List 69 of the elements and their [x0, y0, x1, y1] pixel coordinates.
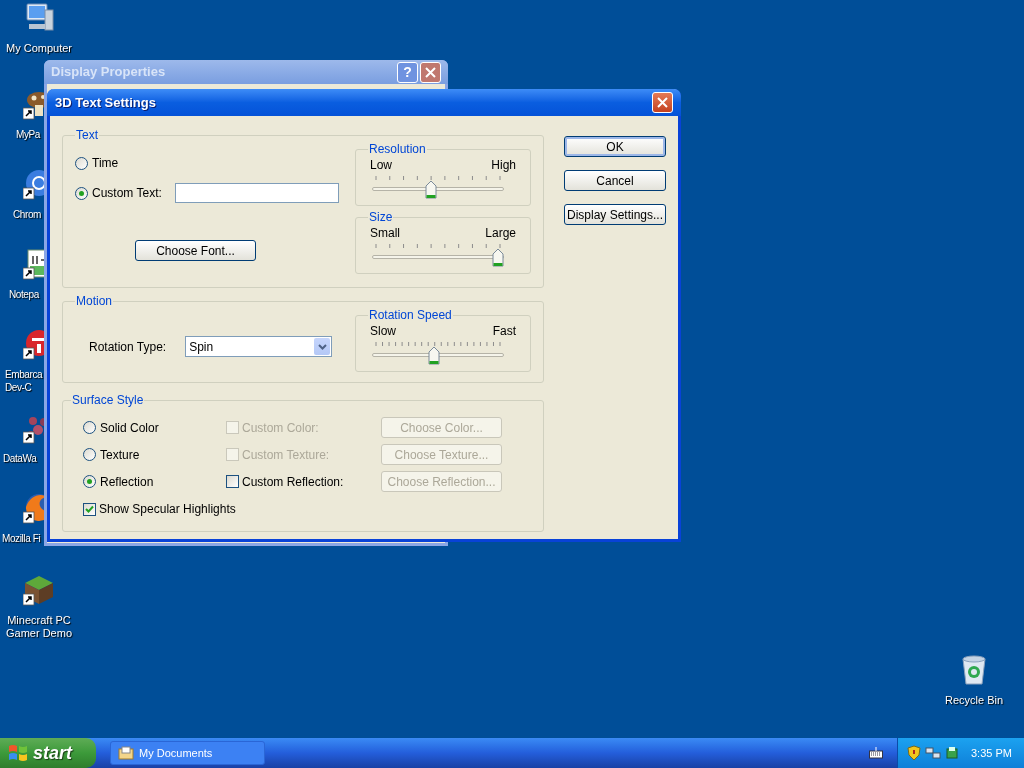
slider-min-label: Slow [370, 324, 396, 338]
checkbox[interactable] [83, 502, 96, 516]
app-icon[interactable] [23, 2, 55, 34]
dialog-button[interactable]: OK [564, 136, 666, 157]
keyboard-icon[interactable] [869, 747, 883, 759]
help-button[interactable]: ? [397, 61, 418, 83]
clock: 3:35 PM [971, 745, 1012, 761]
close-icon [425, 66, 436, 78]
windows-flag-icon [8, 744, 28, 762]
radio-button[interactable] [75, 186, 88, 200]
start-button[interactable]: start [0, 738, 96, 768]
radio-label: Reflection [100, 473, 154, 491]
window-title: Display Properties [51, 63, 166, 82]
checkbox-label: Show Specular Highlights [99, 501, 236, 518]
radio-label: Time [92, 155, 119, 172]
radio-label: Solid Color [100, 419, 159, 437]
checkbox-label: Custom Color: [242, 419, 319, 437]
radio-button[interactable] [83, 448, 96, 461]
radio-label: Texture [100, 446, 140, 464]
icon-label: DataWa [3, 452, 38, 465]
dialog-button[interactable]: Choose Font... [135, 240, 256, 261]
icon-label: Notepa [9, 288, 41, 301]
slider-max-label: High [491, 158, 516, 172]
radio-button[interactable] [83, 475, 96, 488]
icon-label: Minecraft PC Gamer Demo [5, 614, 73, 640]
group-title: Surface Style [71, 392, 145, 409]
radio-button[interactable] [83, 421, 96, 434]
slider-track[interactable] [372, 346, 504, 365]
group-title: Motion [75, 293, 114, 310]
slider-max-label: Fast [492, 324, 516, 338]
checkbox-label: Custom Reflection: [242, 473, 344, 491]
group-title: Resolution [368, 141, 427, 158]
tray-app-icon[interactable] [945, 746, 959, 760]
close-icon [657, 97, 668, 108]
radio-button[interactable] [75, 156, 88, 170]
app-icon[interactable] [23, 574, 55, 606]
window-title: 3D Text Settings [55, 93, 156, 112]
icon-label: Recycle Bin [943, 694, 1005, 707]
icon-label: MyPa [16, 128, 42, 141]
group-title: Text [75, 127, 99, 144]
group-title: Size [368, 209, 394, 226]
slider-thumb[interactable] [492, 248, 504, 267]
dropdown[interactable]: Spin [185, 336, 333, 357]
icon-label: Chrom [13, 208, 42, 221]
text-input[interactable] [174, 183, 339, 203]
slider-track[interactable] [372, 180, 504, 199]
slider-min-label: Low [370, 158, 392, 172]
group-title: Rotation Speed [368, 307, 453, 324]
taskbar-button[interactable]: My Documents [110, 741, 265, 765]
field-label: Rotation Type: [89, 338, 167, 356]
close-button[interactable] [420, 61, 441, 83]
slider-track[interactable] [372, 248, 504, 267]
icon-label: Mozilla Fi [2, 532, 42, 545]
shield-icon[interactable] [907, 745, 921, 761]
dialog-button[interactable]: Display Settings... [564, 204, 666, 225]
slider-thumb[interactable] [428, 346, 441, 365]
slider-thumb[interactable] [424, 180, 437, 199]
slider-max-label: Large [485, 226, 516, 240]
close-button[interactable] [652, 92, 673, 113]
slider-min-label: Small [370, 226, 400, 240]
chevron-down-icon [317, 343, 327, 350]
radio-label: Custom Text: [92, 185, 162, 202]
icon-label: My Computer [5, 42, 73, 55]
folder-icon [118, 746, 134, 760]
checkbox[interactable] [226, 475, 239, 488]
dialog-button[interactable]: Cancel [564, 170, 666, 191]
icon-label: Embarca Dev-C [5, 368, 43, 394]
network-icon[interactable] [925, 746, 941, 760]
checkbox-label: Custom Texture: [242, 446, 330, 464]
